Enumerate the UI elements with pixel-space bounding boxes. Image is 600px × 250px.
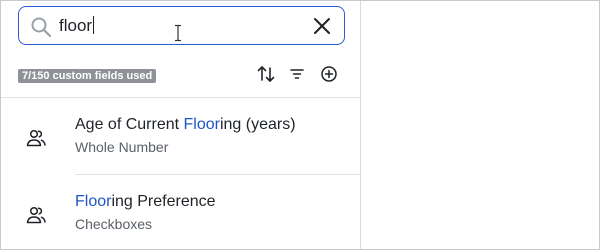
person-group-icon [26, 206, 46, 224]
fields-used-badge: 7/150 custom fields used [18, 69, 157, 83]
filter-button[interactable] [286, 63, 308, 85]
field-name: Flooring Preference [75, 193, 216, 210]
text-caret [93, 16, 95, 34]
clear-search-icon[interactable] [310, 14, 334, 38]
field-type: Whole Number [75, 139, 169, 155]
fields-usage: 7/150 custom fields used [18, 66, 157, 83]
list-item[interactable]: Flooring Preference Checkboxes [1, 175, 360, 249]
mouse-ibeam-cursor [175, 24, 181, 42]
add-field-button[interactable] [318, 63, 340, 85]
person-group-icon [26, 129, 46, 147]
sort-button[interactable] [255, 63, 277, 85]
search-match-highlight: Floor [183, 116, 220, 133]
field-type: Checkboxes [75, 216, 153, 232]
search-match-highlight: Floor [75, 193, 112, 210]
custom-fields-panel: floor 7/150 custom fields used Age of Cu… [1, 1, 361, 249]
filter-icon [290, 69, 304, 79]
detail-pane [362, 1, 599, 249]
list-item[interactable]: Age of Current Flooring (years) Whole Nu… [1, 98, 360, 174]
search-icon [31, 17, 52, 38]
sort-arrows-icon [257, 66, 275, 82]
field-name: Age of Current Flooring (years) [75, 116, 296, 133]
search-input[interactable]: floor [59, 16, 95, 36]
add-circle-icon [321, 66, 337, 82]
